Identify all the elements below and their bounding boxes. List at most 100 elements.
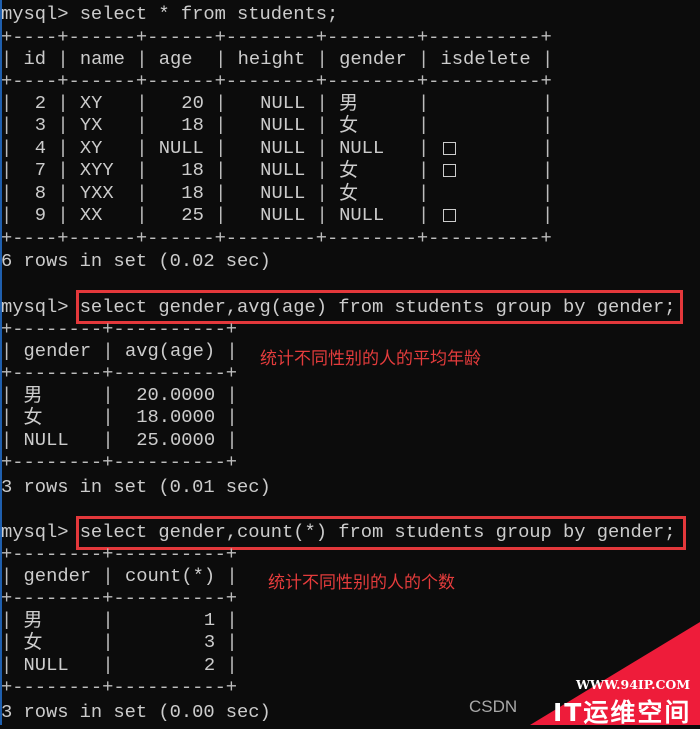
column-separator: |	[1, 631, 13, 654]
cell-gender: 男	[23, 609, 43, 631]
column-separator: |	[1, 384, 13, 406]
column-separator: |	[136, 92, 148, 114]
column-separator: |	[226, 384, 238, 406]
column-header-value: count(*)	[124, 565, 216, 587]
column-separator: |	[57, 114, 69, 136]
table-border-header: +--------+----------+	[1, 362, 238, 384]
cell-gender: NULL	[23, 428, 69, 451]
column-separator: |	[226, 340, 238, 362]
cell-name: XY	[79, 92, 103, 114]
isdelete-box-glyph	[442, 209, 456, 222]
cell-age: 18	[181, 182, 204, 204]
column-separator: |	[316, 114, 328, 136]
column-header-value: avg(age)	[124, 340, 216, 362]
column-separator: |	[215, 204, 227, 226]
cell-age: NULL	[158, 137, 204, 159]
column-header-gender: gender	[23, 340, 92, 362]
column-separator: |	[316, 159, 328, 181]
cell-name: XY	[79, 137, 103, 159]
cell-age: 25	[181, 204, 204, 226]
watermark-url: WWW.94IP.COM	[576, 677, 691, 692]
command-line: mysql> select gender,avg(age) from stude…	[1, 296, 675, 318]
column-separator: |	[1, 406, 13, 429]
cell-age: 20	[181, 92, 204, 114]
cell-gender: 男	[339, 92, 359, 114]
cell-id: 3	[34, 114, 47, 136]
column-separator: |	[417, 159, 430, 181]
column-separator: |	[541, 92, 554, 114]
column-separator: |	[541, 182, 554, 204]
column-separator: |	[215, 137, 227, 159]
cell-value: 3	[203, 631, 216, 654]
column-separator: |	[417, 182, 430, 204]
cell-age: 18	[181, 159, 204, 181]
column-separator: |	[1, 204, 13, 226]
column-separator: |	[417, 92, 430, 114]
cell-height: NULL	[260, 204, 306, 226]
cell-value: 18.0000	[136, 406, 216, 429]
column-separator: |	[215, 182, 227, 204]
column-separator: |	[1, 340, 13, 362]
table-border-top: +----+------+------+--------+--------+--…	[1, 26, 552, 48]
column-separator: |	[1, 609, 13, 631]
column-separator: |	[316, 92, 328, 114]
cell-value: 2	[203, 653, 216, 676]
isdelete-box-glyph	[442, 142, 456, 155]
isdelete-box-glyph	[442, 164, 456, 177]
cell-value: 20.0000	[136, 384, 216, 406]
result-summary: 3 rows in set (0.00 sec)	[1, 701, 271, 723]
cell-gender: 男	[23, 384, 43, 406]
column-separator: |	[1, 137, 13, 159]
cell-gender: 女	[23, 631, 43, 654]
column-separator: |	[102, 428, 114, 451]
column-separator: |	[1, 653, 13, 676]
cell-age: 18	[181, 114, 204, 136]
column-header-gender: gender	[23, 565, 92, 587]
column-header-name: name	[79, 48, 125, 70]
command-text: select gender,count(*) from students gro…	[79, 521, 676, 543]
column-separator: |	[136, 137, 148, 159]
column-separator: |	[417, 137, 430, 159]
command-text: select * from students;	[79, 3, 339, 25]
column-separator: |	[316, 137, 328, 159]
column-separator: |	[102, 631, 114, 654]
annotation-count: 统计不同性别的人的个数	[268, 573, 455, 593]
command-text: select gender,avg(age) from students gro…	[79, 296, 676, 318]
column-separator: |	[541, 114, 554, 136]
column-separator: |	[1, 159, 13, 181]
column-separator: |	[417, 204, 430, 226]
column-separator: |	[102, 340, 114, 362]
column-separator: |	[57, 204, 69, 226]
column-separator: |	[215, 159, 227, 181]
command-line: mysql> select gender,count(*) from stude…	[1, 521, 675, 543]
cell-height: NULL	[260, 92, 306, 114]
cell-id: 4	[34, 137, 47, 159]
column-separator: |	[1, 565, 13, 587]
cell-id: 8	[34, 182, 47, 204]
cell-gender: 女	[23, 406, 43, 429]
cell-gender: NULL	[339, 204, 385, 226]
table-border-header: +----+------+------+--------+--------+--…	[1, 70, 552, 92]
column-separator: |	[57, 159, 69, 181]
column-separator: |	[1, 92, 13, 114]
result-summary: 6 rows in set (0.02 sec)	[1, 250, 271, 272]
prompt: mysql>	[1, 521, 80, 543]
table-border-bottom: +----+------+------+--------+--------+--…	[1, 227, 552, 249]
column-header-age: age	[158, 48, 193, 70]
prompt: mysql>	[1, 296, 80, 318]
column-separator: |	[316, 48, 328, 70]
cell-id: 9	[34, 204, 47, 226]
cell-gender: 女	[339, 114, 359, 136]
column-separator: |	[136, 204, 148, 226]
cell-id: 2	[34, 92, 47, 114]
column-separator: |	[541, 48, 554, 70]
annotation-avg-age: 统计不同性别的人的平均年龄	[260, 349, 481, 369]
column-separator: |	[1, 428, 13, 451]
column-separator: |	[215, 92, 227, 114]
column-separator: |	[1, 48, 13, 70]
cell-height: NULL	[260, 137, 306, 159]
cell-value: 25.0000	[136, 428, 216, 451]
command-line: mysql> select * from students;	[1, 3, 338, 25]
cell-name: XX	[79, 204, 103, 226]
column-separator: |	[417, 114, 430, 136]
